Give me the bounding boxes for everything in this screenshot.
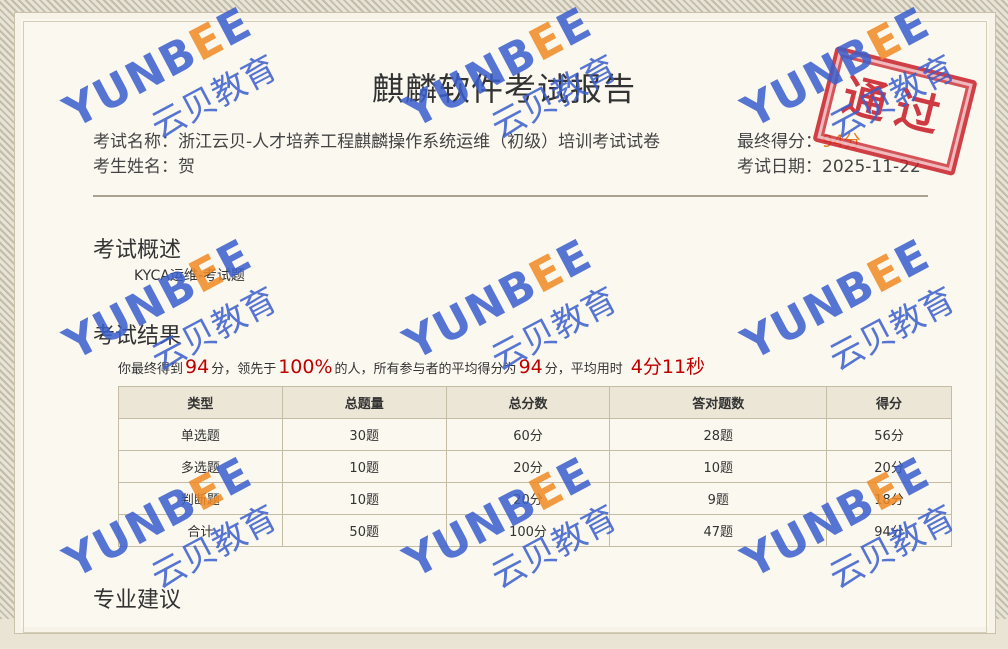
cell-total-points: 60分 — [445, 418, 611, 451]
summary-score: 94 — [185, 356, 210, 378]
cell-correct: 9题 — [609, 482, 828, 515]
header-divider — [93, 195, 928, 197]
overview-text: KYCA运维-考试题 — [134, 268, 245, 284]
summary-text: 分，平均用时 — [544, 362, 623, 377]
student-name: 贺 — [178, 157, 195, 177]
student-name-row: 考生姓名：贺 — [93, 152, 195, 177]
cell-score: 20分 — [826, 450, 952, 483]
summary-time: 4分11秒 — [630, 356, 706, 378]
final-score-label: 最终得分： — [737, 132, 822, 152]
summary-text: 分，领先于 — [211, 362, 277, 377]
exam-name: 浙江云贝-人才培养工程麒麟操作系统运维（初级）培训考试试卷 — [178, 132, 661, 152]
results-heading: 考试结果 — [93, 324, 182, 349]
cell-total-points: 20分 — [445, 482, 611, 515]
cell-correct: 47题 — [609, 514, 828, 547]
summary-average: 94 — [518, 356, 543, 378]
table-row: 多选题 10题 20分 10题 20分 — [118, 450, 952, 483]
table-row: 判断题 10题 20分 9题 18分 — [118, 482, 952, 515]
table-row-total: 合计 50题 100分 47题 94分 — [118, 514, 952, 547]
cell-score: 18分 — [826, 482, 952, 515]
col-header-total-questions: 总题量 — [281, 386, 447, 419]
student-name-label: 考生姓名： — [93, 157, 178, 177]
result-summary: 你最终得到 94 分，领先于 100% 的人，所有参与者的平均得分为 94 分，平均用时 4分… — [118, 352, 707, 379]
col-header-type: 类型 — [118, 386, 283, 419]
exam-date-label: 考试日期： — [737, 157, 822, 177]
exam-name-row: 考试名称：浙江云贝-人才培养工程麒麟操作系统运维（初级）培训考试试卷 — [93, 127, 660, 152]
table-header-row: 类型 总题量 总分数 答对题数 得分 — [118, 386, 952, 419]
table-row: 单选题 30题 60分 28题 56分 — [118, 418, 952, 451]
score-table: 类型 总题量 总分数 答对题数 得分 单选题 30题 60分 28题 56分 多… — [118, 386, 952, 547]
cell-correct: 28题 — [609, 418, 828, 451]
cell-total-questions: 30题 — [281, 418, 447, 451]
cell-total-questions: 10题 — [281, 450, 447, 483]
cell-total-points: 20分 — [445, 450, 611, 483]
summary-text: 你最终得到 — [118, 362, 184, 377]
cell-type: 判断题 — [118, 482, 283, 515]
exam-name-label: 考试名称： — [93, 132, 178, 152]
cell-total-questions: 50题 — [281, 514, 447, 547]
summary-percent: 100% — [278, 356, 333, 378]
cell-score: 94分 — [826, 514, 952, 547]
cell-total-points: 100分 — [445, 514, 611, 547]
col-header-total-points: 总分数 — [445, 386, 611, 419]
overview-heading: 考试概述 — [93, 238, 182, 263]
cell-score: 56分 — [826, 418, 952, 451]
cell-total-questions: 10题 — [281, 482, 447, 515]
cell-type: 多选题 — [118, 450, 283, 483]
summary-text: 的人，所有参与者的平均得分为 — [334, 362, 517, 377]
cell-type: 合计 — [118, 514, 283, 547]
advice-heading: 专业建议 — [93, 588, 182, 613]
col-header-correct: 答对题数 — [609, 386, 828, 419]
cell-type: 单选题 — [118, 418, 283, 451]
cell-correct: 10题 — [609, 450, 828, 483]
col-header-score: 得分 — [826, 386, 952, 419]
